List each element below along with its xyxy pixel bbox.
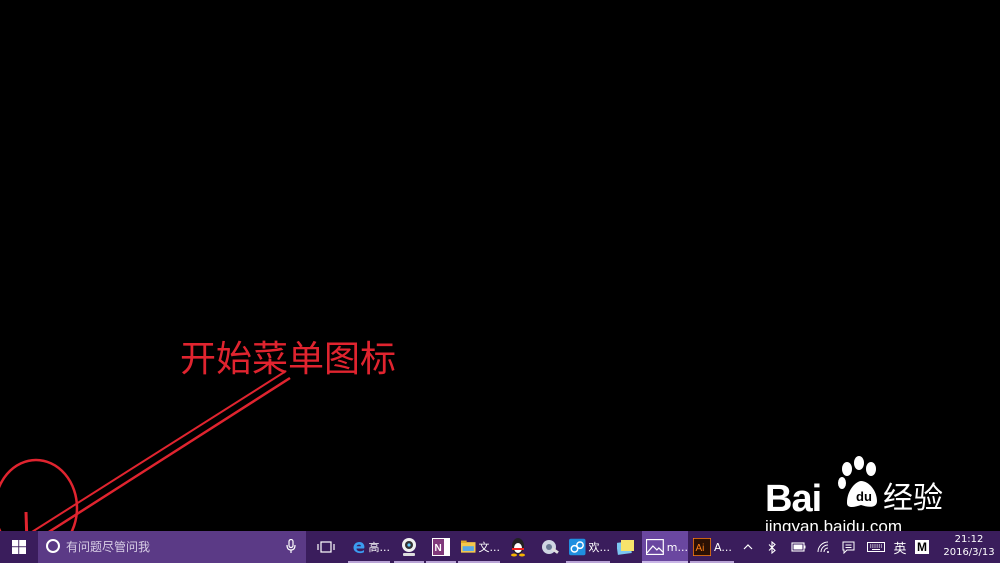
sticky-notes-icon: [617, 540, 634, 555]
tray-ime-language[interactable]: 英: [890, 531, 910, 563]
bluetooth-icon: [768, 540, 776, 554]
taskbar-app-edge[interactable]: 高...: [348, 531, 390, 563]
taskbar-app-file-explorer[interactable]: 文...: [458, 531, 500, 563]
illustrator-icon: Ai: [693, 538, 711, 556]
baidu-paw-icon: du: [838, 456, 877, 507]
taskbar-app-qq[interactable]: [504, 531, 532, 563]
keyboard-icon: [867, 542, 885, 552]
webcam-icon: [402, 538, 416, 556]
onenote-icon: N: [432, 538, 450, 556]
taskbar-app-photos[interactable]: m...: [642, 531, 688, 563]
taskbar-app-browser[interactable]: 欢...: [566, 531, 610, 563]
taskbar-app-label: 文...: [478, 541, 501, 554]
tray-battery[interactable]: [788, 531, 808, 563]
tray-bluetooth[interactable]: [764, 531, 780, 563]
tray-wifi[interactable]: [814, 531, 834, 563]
taskbar-app-webcam[interactable]: [394, 531, 424, 563]
taskbar-app-tool[interactable]: [536, 531, 564, 563]
clock-date: 2016/3/13: [943, 547, 995, 558]
tray-clock[interactable]: 21:12 2016/3/13: [938, 533, 1000, 559]
svg-text:N: N: [435, 543, 442, 554]
tool-icon: [542, 540, 559, 554]
taskbar: 有问题尽管问我 高... N 文... 欢... m... Ai A... 英 …: [0, 531, 1000, 563]
task-view-button[interactable]: [312, 531, 340, 563]
file-explorer-icon: [461, 540, 476, 553]
tray-touch-keyboard[interactable]: [864, 531, 888, 563]
qq-penguin-icon: [511, 538, 525, 557]
battery-icon: [791, 542, 806, 552]
tray-action-center[interactable]: [838, 531, 858, 563]
taskbar-app-onenote[interactable]: N: [426, 531, 456, 563]
taskbar-app-sticky-notes[interactable]: [612, 531, 640, 563]
photos-icon: [646, 539, 664, 555]
desktop: [0, 0, 1000, 531]
search-placeholder: 有问题尽管问我: [66, 540, 151, 554]
taskbar-app-illustrator[interactable]: Ai A...: [690, 531, 734, 563]
tray-overflow-button[interactable]: [740, 531, 756, 563]
watermark-cn: 经验: [883, 481, 943, 516]
microphone-icon[interactable]: [286, 539, 296, 554]
search-box[interactable]: 有问题尽管问我: [38, 531, 306, 563]
tray-ime-mode[interactable]: M: [912, 531, 932, 563]
browser-icon: [569, 538, 586, 556]
taskbar-app-label: m...: [666, 540, 688, 554]
clock-time: 21:12: [954, 534, 984, 545]
annotation-label: 开始菜单图标: [180, 339, 397, 380]
cortana-circle-icon: [46, 539, 60, 553]
task-view-icon: [317, 541, 335, 553]
watermark-brand: Bai: [765, 478, 822, 520]
start-button[interactable]: [0, 531, 38, 563]
taskbar-app-label: A...: [714, 540, 732, 554]
wifi-icon: [817, 541, 829, 553]
edge-icon: [353, 541, 365, 554]
taskbar-app-label: 欢...: [588, 541, 611, 554]
taskbar-app-label: 高...: [368, 541, 391, 554]
svg-text:Ai: Ai: [696, 543, 705, 554]
svg-text:du: du: [856, 489, 872, 504]
chevron-up-icon: [743, 544, 753, 550]
baidu-jingyan-watermark: du Bai 经验 jingyan.baidu.com: [765, 455, 955, 536]
action-center-icon: [842, 541, 854, 554]
ime-mode-badge: M: [915, 540, 929, 554]
windows-logo-icon: [12, 540, 26, 554]
